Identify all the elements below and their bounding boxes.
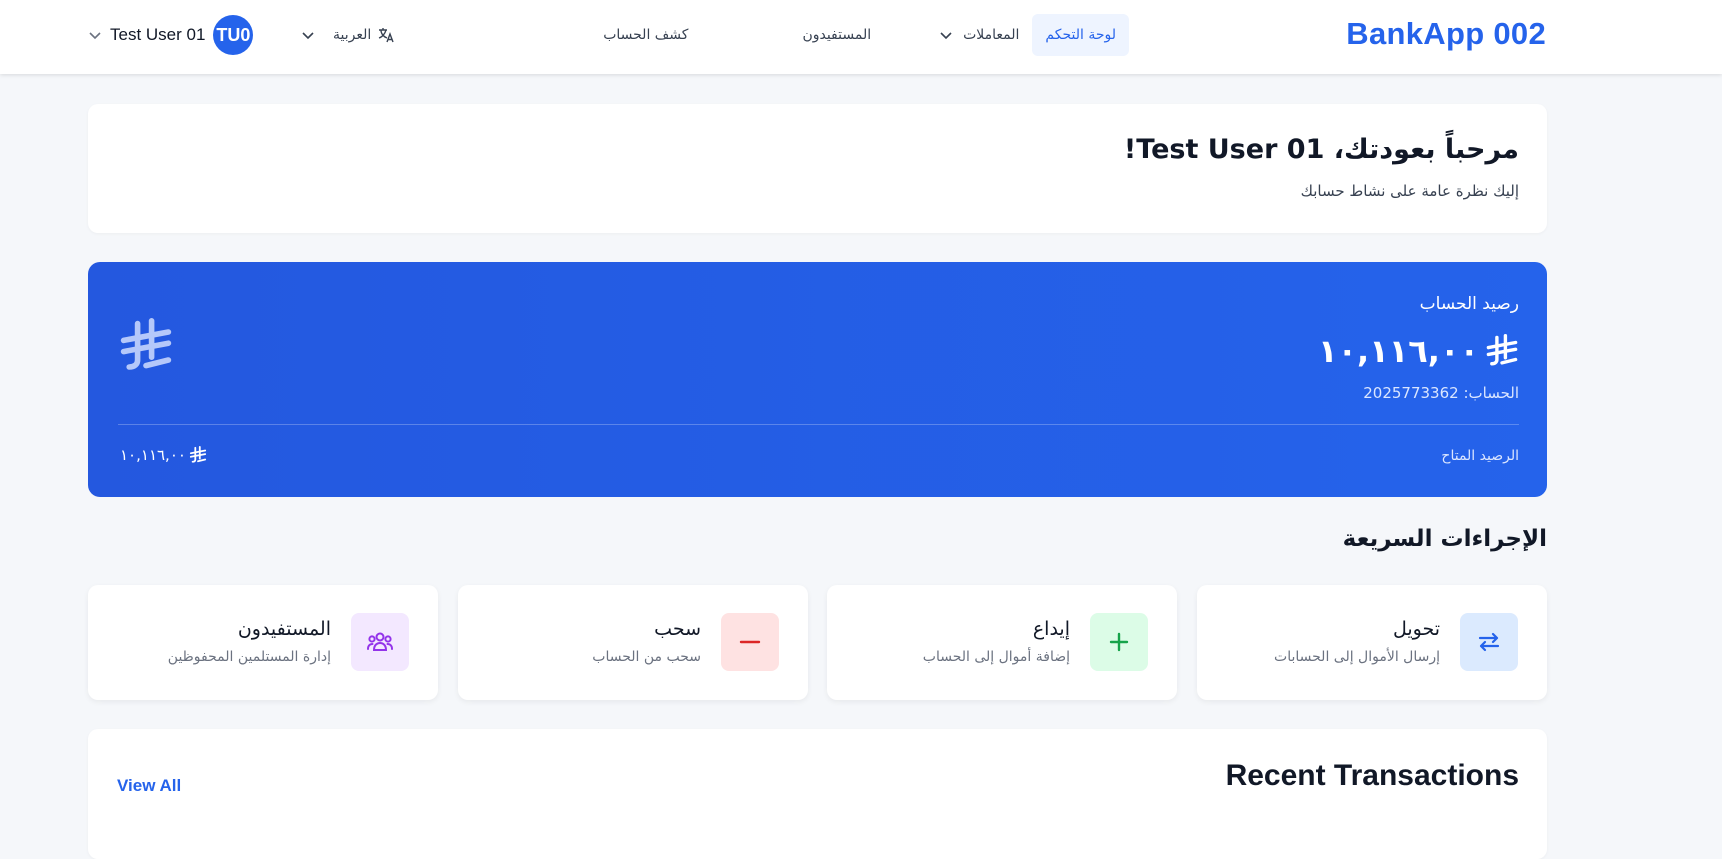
balance-label: رصيد الحساب	[1419, 294, 1519, 314]
brand-logo[interactable]: BankApp 002	[1346, 16, 1546, 52]
transfer-icon	[1460, 613, 1518, 671]
nav-transactions-label: المعاملات	[963, 27, 1020, 43]
nav-beneficiaries[interactable]: المستفيدون	[789, 14, 884, 56]
users-icon	[351, 613, 409, 671]
riyal-icon	[120, 318, 172, 370]
chevron-down-icon	[940, 32, 952, 40]
user-menu[interactable]: Test User 01 TU0	[88, 15, 254, 55]
user-name: Test User 01	[110, 25, 206, 44]
welcome-title: مرحباً بعودتك، Test User 01!	[1123, 134, 1519, 165]
balance-card: رصيد الحساب ١٠,١١٦,٠٠ الحساب: 2025773362…	[88, 262, 1547, 497]
divider	[118, 424, 1519, 425]
riyal-icon	[189, 446, 207, 463]
nav-statement[interactable]: كشف الحساب	[590, 14, 701, 56]
translate-icon	[379, 28, 394, 43]
available-balance-value: ١٠,١١٦,٠٠	[120, 446, 186, 464]
language-selector[interactable]: العربية	[301, 20, 395, 50]
action-title: المستفيدون	[237, 618, 331, 640]
account-number: الحساب: 2025773362	[1363, 384, 1519, 402]
action-desc: إدارة المستلمين المحفوظين	[167, 649, 331, 665]
recent-transactions-card: Recent Transactions View All	[88, 729, 1547, 859]
action-title: سحب	[654, 618, 701, 640]
action-desc: سحب من الحساب	[592, 649, 701, 665]
nav-dashboard[interactable]: لوحة التحكم	[1032, 14, 1129, 56]
chevron-down-icon	[302, 32, 314, 40]
action-deposit[interactable]: إيداع إضافة أموال إلى الحساب	[827, 585, 1177, 700]
available-balance-label: الرصيد المتاح	[1441, 448, 1519, 464]
quick-actions-title: الإجراءات السريعة	[1342, 526, 1547, 552]
view-all-link[interactable]: View All	[117, 776, 181, 796]
language-label: العربية	[333, 27, 372, 43]
avatar: TU0	[213, 15, 254, 55]
chevron-down-icon	[89, 32, 101, 40]
nav-statement-label: كشف الحساب	[603, 27, 689, 43]
action-title: تحويل	[1392, 618, 1440, 640]
balance-amount-value: ١٠,١١٦,٠٠	[1317, 332, 1479, 370]
nav-transactions[interactable]: المعاملات	[926, 14, 1032, 56]
recent-transactions-title: Recent Transactions	[1225, 759, 1519, 792]
riyal-icon	[1486, 334, 1518, 366]
available-balance-amount: ١٠,١١٦,٠٠	[120, 446, 207, 464]
action-desc: إرسال الأموال إلى الحسابات	[1274, 649, 1440, 665]
action-transfer[interactable]: تحويل إرسال الأموال إلى الحسابات	[1197, 585, 1547, 700]
action-withdraw[interactable]: سحب سحب من الحساب	[458, 585, 808, 700]
minus-icon	[721, 613, 779, 671]
account-number-label: الحساب:	[1463, 384, 1519, 402]
action-title: إيداع	[1032, 618, 1070, 640]
balance-amount: ١٠,١١٦,٠٠	[1318, 332, 1519, 370]
nav-dashboard-label: لوحة التحكم	[1045, 27, 1116, 43]
welcome-card: مرحباً بعودتك، Test User 01! إليك نظرة ع…	[88, 104, 1547, 233]
welcome-subtitle: إليك نظرة عامة على نشاط حسابك	[1300, 182, 1519, 200]
top-navbar: BankApp 002 لوحة التحكم المعاملات المستف…	[0, 0, 1722, 74]
main-nav: لوحة التحكم المعاملات المستفيدون كشف الح…	[590, 14, 1129, 56]
plus-icon	[1090, 613, 1148, 671]
action-beneficiaries[interactable]: المستفيدون إدارة المستلمين المحفوظين	[88, 585, 438, 700]
action-desc: إضافة أموال إلى الحساب	[922, 649, 1070, 665]
nav-beneficiaries-label: المستفيدون	[802, 27, 872, 43]
account-number-value: 2025773362	[1363, 384, 1459, 402]
